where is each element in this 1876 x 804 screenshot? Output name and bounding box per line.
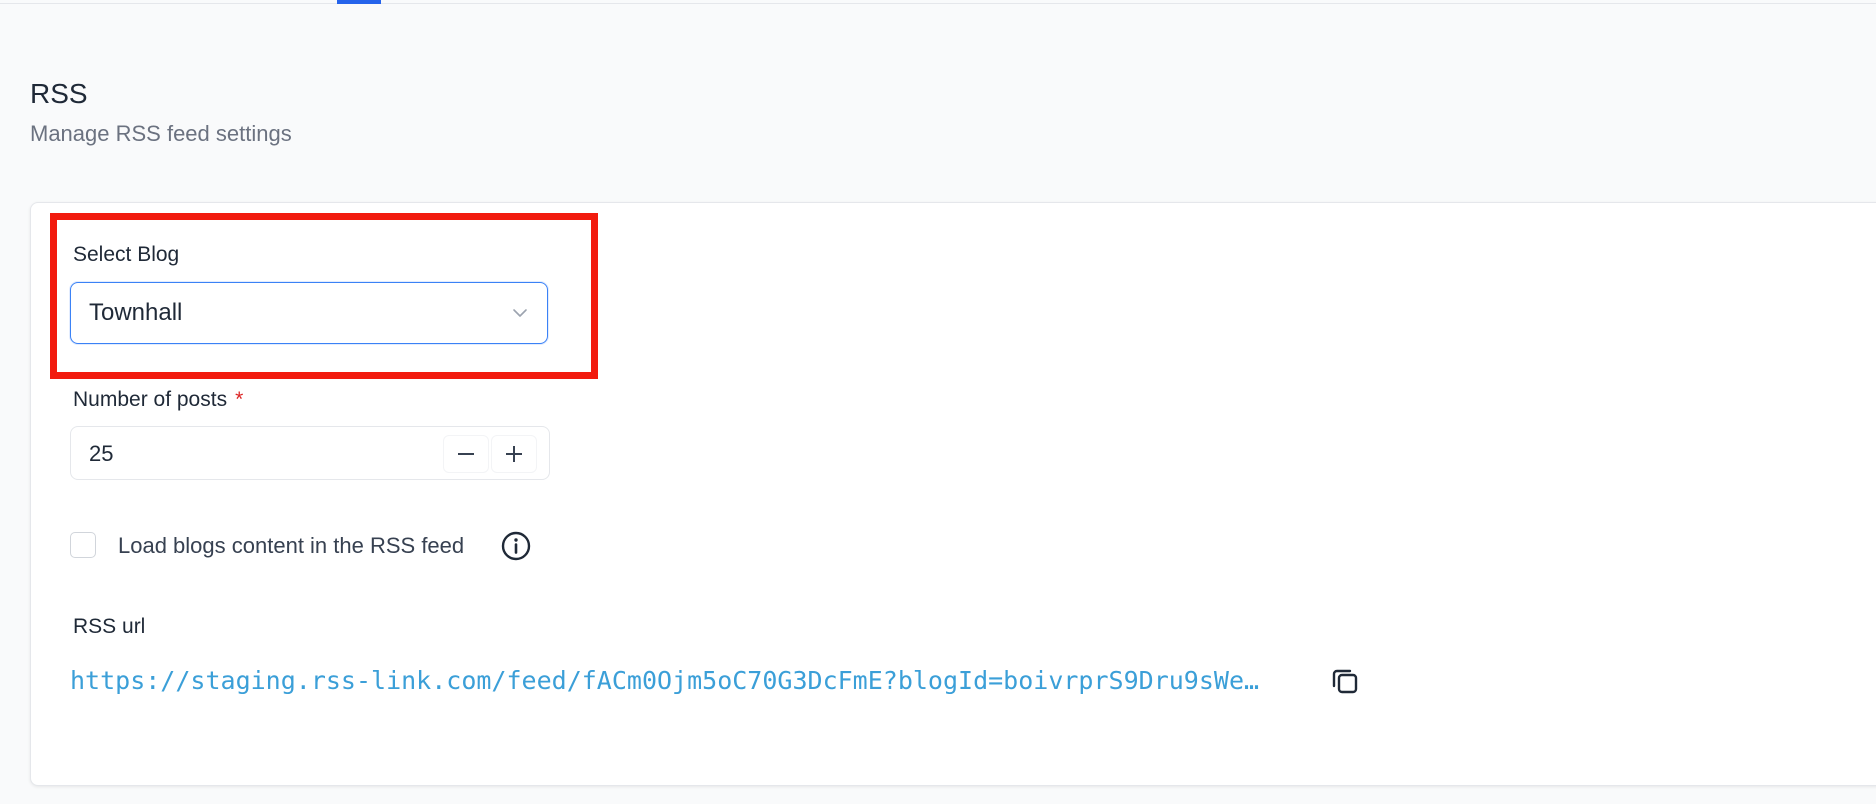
increment-button[interactable] — [491, 435, 537, 473]
minus-icon — [458, 453, 474, 455]
number-of-posts-label-text: Number of posts — [73, 388, 228, 411]
number-of-posts-stepper — [70, 426, 550, 481]
load-content-checkbox[interactable] — [70, 532, 96, 558]
number-of-posts-input[interactable] — [87, 427, 391, 481]
select-blog-label: Select Blog — [73, 243, 180, 266]
active-tab-indicator — [337, 0, 381, 4]
number-of-posts-label: Number of posts * — [73, 387, 243, 413]
copy-icon[interactable] — [1328, 664, 1362, 698]
load-content-label: Load blogs content in the RSS feed — [118, 533, 465, 558]
chevron-down-icon — [513, 309, 527, 317]
page-subtitle: Manage RSS feed settings — [30, 121, 292, 146]
page-title: RSS — [30, 78, 88, 109]
plus-icon — [506, 446, 522, 462]
decrement-button[interactable] — [443, 435, 489, 473]
select-blog-dropdown[interactable]: Townhall — [70, 282, 548, 344]
select-blog-value: Townhall — [89, 299, 183, 326]
info-icon[interactable] — [500, 530, 532, 562]
required-marker: * — [235, 388, 244, 411]
top-tab-bar — [0, 0, 1876, 4]
rss-url-link[interactable]: https://staging.rss-link.com/feed/fACm0O… — [70, 664, 1295, 698]
rss-url-label: RSS url — [73, 615, 146, 638]
